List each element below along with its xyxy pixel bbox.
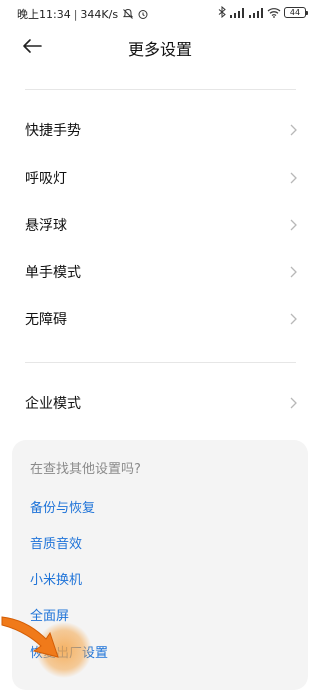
battery-indicator: 44 <box>284 6 308 18</box>
alarm-icon <box>138 10 148 19</box>
divider <box>25 89 296 90</box>
menu-item-enterprise-mode[interactable]: 企业模式 <box>0 381 320 427</box>
menu-item-one-hand-mode[interactable]: 单手模式 <box>0 250 320 296</box>
menu-item-floating-ball[interactable]: 悬浮球 <box>0 203 320 249</box>
status-separator: | <box>73 7 78 21</box>
menu-item-label: 呼吸灯 <box>25 171 67 187</box>
divider <box>25 362 296 363</box>
menu-item-breathing-light[interactable]: 呼吸灯 <box>0 156 320 202</box>
chevron-right-icon <box>290 124 297 136</box>
chevron-right-icon <box>290 219 297 231</box>
suggestions-card: 在查找其他设置吗? 备份与恢复 音质音效 小米换机 全面屏 恢复出厂设置 <box>12 440 308 690</box>
chevron-right-icon <box>290 266 297 278</box>
suggestions-title: 在查找其他设置吗? <box>30 462 141 477</box>
bluetooth-icon <box>218 6 226 18</box>
menu-item-label: 企业模式 <box>25 396 81 412</box>
menu-item-label: 单手模式 <box>25 265 81 281</box>
status-network-speed: 344K/s <box>80 7 119 21</box>
signal-hd-icon <box>230 7 244 18</box>
status-bar: 晚上11:34 | 344K/s 44 <box>0 0 320 28</box>
status-right: 44 <box>218 6 308 18</box>
suggestion-link-mi-mover[interactable]: 小米换机 <box>30 569 82 588</box>
suggestion-link-full-screen[interactable]: 全面屏 <box>30 605 69 624</box>
status-left: 晚上11:34 | 344K/s <box>17 6 149 22</box>
signal-icon <box>249 7 263 18</box>
menu-item-label: 快捷手势 <box>25 123 81 139</box>
suggestion-link-sound-effects[interactable]: 音质音效 <box>30 533 82 552</box>
suggestion-link-factory-reset[interactable]: 恢复出厂设置 <box>30 642 108 661</box>
chevron-right-icon <box>290 172 297 184</box>
mute-bell-icon <box>123 8 134 19</box>
page-title: 更多设置 <box>127 40 192 59</box>
menu-item-quick-gestures[interactable]: 快捷手势 <box>0 108 320 154</box>
wifi-icon <box>267 7 281 18</box>
status-time: 晚上11:34 <box>17 8 71 21</box>
chevron-right-icon <box>290 397 297 409</box>
menu-item-accessibility[interactable]: 无障碍 <box>0 297 320 343</box>
header: 更多设置 <box>0 28 320 64</box>
chevron-right-icon <box>290 313 297 325</box>
menu-item-label: 悬浮球 <box>25 218 67 234</box>
suggestion-link-backup-restore[interactable]: 备份与恢复 <box>30 497 95 516</box>
menu-item-label: 无障碍 <box>25 312 67 328</box>
